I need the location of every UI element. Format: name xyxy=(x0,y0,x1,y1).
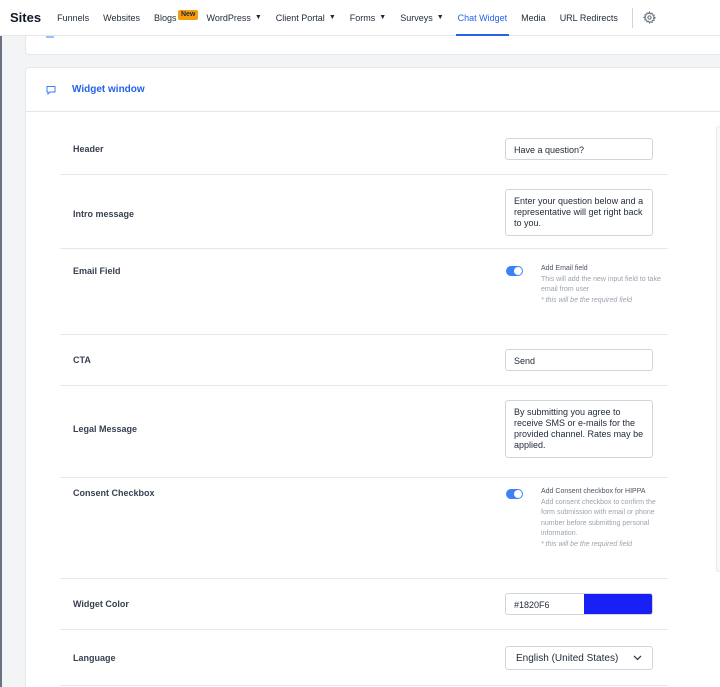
nav-blogs[interactable]: Blogs New xyxy=(153,0,199,36)
row-legal-message: Legal Message By submitting you agree to… xyxy=(60,386,668,478)
chevron-down-icon xyxy=(633,654,642,663)
row-intro: Intro message Enter your question below … xyxy=(60,175,668,249)
intro-label: Intro message xyxy=(73,209,135,219)
card-header: Widget window xyxy=(26,68,720,112)
nav-label: Surveys xyxy=(400,12,433,23)
row-cta: CTA Send xyxy=(60,335,668,386)
brand-title: Sites xyxy=(10,10,42,25)
email-field-note: * this will be the required field xyxy=(541,296,633,304)
nav-label: Media xyxy=(521,12,546,23)
email-field-title: Add Email field xyxy=(541,265,588,272)
nav-media[interactable]: Media xyxy=(521,0,546,36)
nav-forms[interactable]: Forms ▼ xyxy=(350,0,386,36)
consent-checkbox-description: Add consent checkbox to confirm the form… xyxy=(541,498,656,538)
row-header: Header Have a question? xyxy=(60,123,668,175)
chat-bubble-icon xyxy=(46,85,56,95)
widget-color-hex[interactable]: #1820F6 xyxy=(506,594,584,614)
settings-rows: Header Have a question? Intro message En… xyxy=(60,123,668,686)
consent-checkbox-note: * this will be the required field xyxy=(541,540,633,548)
row-consent-checkbox: Consent Checkbox Add Consent checkbox fo… xyxy=(60,478,668,579)
nav-label: Client Portal xyxy=(275,12,325,23)
side-panel-edge xyxy=(716,126,720,572)
email-field-description: This will add the new input field to tak… xyxy=(541,275,661,294)
chevron-down-icon: ▼ xyxy=(436,14,444,21)
legal-message-label: Legal Message xyxy=(73,424,138,434)
email-field-toggle[interactable] xyxy=(506,266,523,276)
widget-color-swatch[interactable] xyxy=(584,594,652,614)
nav-label: WordPress xyxy=(206,12,251,23)
nav-client-portal[interactable]: Client Portal ▼ xyxy=(276,0,336,36)
legal-message-textarea[interactable]: By submitting you agree to receive SMS o… xyxy=(505,400,653,458)
widget-color-picker[interactable]: #1820F6 xyxy=(505,593,653,615)
nav-divider xyxy=(631,7,633,28)
widget-window-card: Widget window Header Have a question? In… xyxy=(25,67,720,687)
nav-chat-widget[interactable]: Chat Widget xyxy=(455,0,509,36)
gear-icon[interactable] xyxy=(643,11,657,25)
window-edge xyxy=(0,0,2,687)
chevron-down-icon: ▼ xyxy=(328,14,336,21)
header-label: Header xyxy=(73,144,104,154)
header-input[interactable]: Have a question? xyxy=(505,138,653,160)
top-navigation: Sites Funnels Websites Blogs New WordPre… xyxy=(0,0,720,36)
section-icon xyxy=(46,32,54,38)
nav-url-redirects[interactable]: URL Redirects xyxy=(560,0,618,36)
new-badge: New xyxy=(177,9,199,20)
consent-checkbox-label: Consent Checkbox xyxy=(73,488,155,498)
language-select[interactable]: English (United States) xyxy=(505,646,653,670)
consent-checkbox-toggle[interactable] xyxy=(506,489,523,499)
previous-section-card xyxy=(25,36,720,55)
email-field-help: Add Email field This will add the new in… xyxy=(541,264,661,306)
nav-wordpress[interactable]: WordPress ▼ xyxy=(206,0,261,36)
nav-websites[interactable]: Websites xyxy=(103,0,140,36)
consent-checkbox-help: Add Consent checkbox for HIPPA Add conse… xyxy=(541,487,661,550)
language-value: English (United States) xyxy=(516,652,619,664)
widget-color-label: Widget Color xyxy=(73,599,129,609)
email-field-label: Email Field xyxy=(73,266,121,276)
nav-label: URL Redirects xyxy=(559,12,618,23)
row-language: Language English (United States) xyxy=(60,630,668,686)
intro-message-textarea[interactable]: Enter your question below and a represen… xyxy=(505,189,653,236)
row-widget-color: Widget Color #1820F6 xyxy=(60,579,668,630)
nav-label: Blogs xyxy=(153,12,177,23)
nav-label: Chat Widget xyxy=(457,12,508,23)
nav-funnels[interactable]: Funnels xyxy=(57,0,89,36)
cta-label: CTA xyxy=(73,355,91,365)
nav-label: Websites xyxy=(103,12,140,23)
chevron-down-icon: ▼ xyxy=(379,14,387,21)
nav-label: Forms xyxy=(349,12,376,23)
nav-label: Funnels xyxy=(57,12,90,23)
consent-checkbox-title: Add Consent checkbox for HIPPA xyxy=(541,488,646,495)
cta-input[interactable]: Send xyxy=(505,349,653,371)
chevron-down-icon: ▼ xyxy=(254,14,262,21)
row-email-field: Email Field Add Email field This will ad… xyxy=(60,249,668,335)
card-title: Widget window xyxy=(72,84,145,95)
language-label: Language xyxy=(73,653,116,663)
nav-surveys[interactable]: Surveys ▼ xyxy=(400,0,443,36)
